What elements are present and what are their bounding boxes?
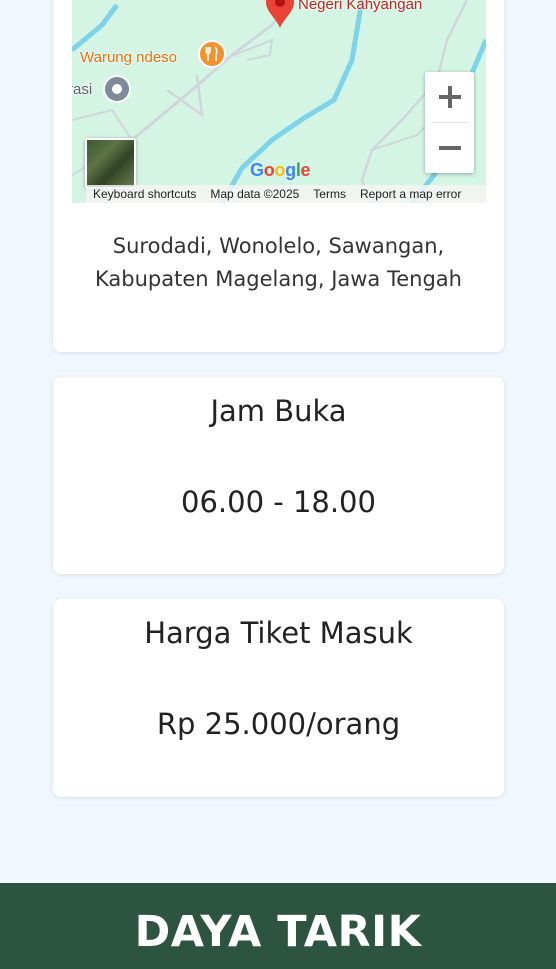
opening-hours-value: 06.00 - 18.00	[181, 485, 376, 519]
zoom-in-button[interactable]	[425, 72, 474, 122]
location-address: Surodadi, Wonolelo, Sawangan, Kabupaten …	[95, 234, 462, 291]
embedded-map[interactable]: Negeri Kahyangan Warung ndeso rasi	[72, 0, 486, 203]
opening-hours-title: Jam Buka	[210, 394, 347, 428]
keyboard-shortcuts-link[interactable]: Keyboard shortcuts	[86, 187, 203, 201]
location-card: Negeri Kahyangan Warung ndeso rasi	[53, 0, 504, 352]
report-map-error-link[interactable]: Report a map error	[353, 187, 468, 201]
map-data-text: Map data ©2025	[210, 187, 300, 201]
map-attribution-bar: Keyboard shortcuts Map data ©2025 Terms …	[86, 185, 486, 203]
plus-icon	[438, 86, 461, 108]
map-pin-icon[interactable]	[262, 0, 298, 32]
poi-marker-icon[interactable]	[102, 74, 132, 112]
restaurant-label[interactable]: Warung ndeso	[80, 49, 177, 66]
google-logo[interactable]: Google	[250, 160, 311, 181]
poi-label[interactable]: rasi	[72, 81, 92, 98]
zoom-controls	[425, 72, 474, 173]
satellite-toggle-button[interactable]	[85, 138, 136, 189]
opening-hours-card: Jam Buka 06.00 - 18.00	[53, 377, 504, 574]
ticket-price-card: Harga Tiket Masuk Rp 25.000/orang	[53, 599, 504, 797]
ticket-price-title: Harga Tiket Masuk	[144, 616, 413, 650]
attractions-section-title: DAYA TARIK	[134, 907, 422, 957]
restaurant-icon[interactable]	[198, 40, 226, 76]
terms-link[interactable]: Terms	[306, 187, 353, 201]
destination-label[interactable]: Negeri Kahyangan	[298, 0, 422, 13]
attractions-section-banner: DAYA TARIK	[0, 883, 556, 969]
minus-icon	[438, 146, 461, 150]
zoom-out-button[interactable]	[425, 123, 474, 173]
ticket-price-value: Rp 25.000/orang	[156, 707, 401, 741]
